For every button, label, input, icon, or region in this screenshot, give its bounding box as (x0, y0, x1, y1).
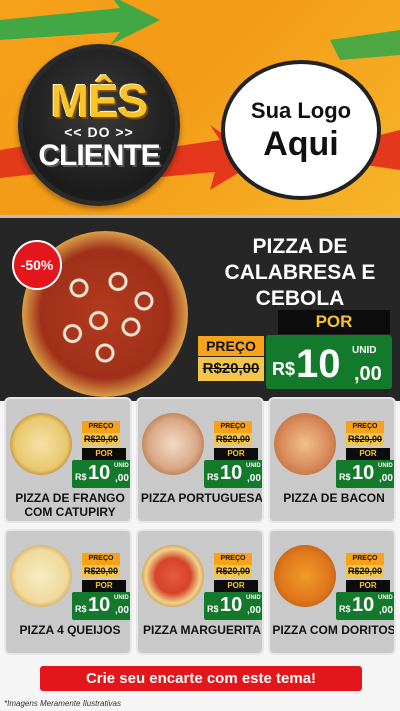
unit: UNID (114, 463, 129, 469)
por-label: POR (214, 580, 258, 592)
header-banner: MÊS << DO >> CLIENTE Sua Logo Aqui (0, 0, 400, 215)
unit: UNID (246, 595, 261, 601)
currency: R$ (339, 472, 351, 482)
pizza-marguerita-image (142, 545, 204, 607)
price-int: 10 (352, 462, 375, 484)
price-int: 10 (352, 594, 375, 616)
price-dec: ,00 (379, 605, 393, 616)
product-name: PIZZA MARGUERITA (143, 623, 261, 637)
featured-unit: UNID (352, 345, 377, 356)
price-int: 10 (88, 462, 111, 484)
pizza-bacon-image (274, 413, 336, 475)
por-label: POR (214, 448, 258, 460)
unit: UNID (114, 595, 129, 601)
currency: R$ (207, 604, 219, 614)
pizza-portuguesa-image (142, 413, 204, 475)
currency: R$ (75, 472, 87, 482)
price-dec: ,00 (247, 473, 261, 484)
por-label: POR (346, 580, 390, 592)
preco-label: PREÇO (346, 553, 384, 565)
badge-line-2: << DO >> (64, 124, 134, 140)
product-card[interactable]: PREÇO R$20,00 POR R$ 10 UNID ,00 PIZZA D… (4, 397, 132, 523)
price-dec: ,00 (115, 473, 129, 484)
product-grid: PREÇO R$20,00 POR R$ 10 UNID ,00 PIZZA D… (2, 397, 398, 661)
price-int: 10 (88, 594, 111, 616)
preco-label: PREÇO (214, 421, 252, 433)
price-int: 10 (220, 594, 243, 616)
unit: UNID (378, 463, 393, 469)
unit: UNID (378, 595, 393, 601)
price-dec: ,00 (115, 605, 129, 616)
featured-price-dec: ,00 (354, 363, 382, 385)
pizza-doritos-image (274, 545, 336, 607)
product-name: PIZZA DE FRANGO COM CATUPIRY (15, 491, 125, 519)
price-tag: R$ 10 UNID ,00 (336, 460, 394, 488)
old-price: R$20,00 (214, 433, 252, 446)
featured-title: PIZZA DE CALABRESA E CEBOLA (224, 235, 376, 310)
preco-label: PREÇO (346, 421, 384, 433)
price-tag: R$ 10 UNID ,00 (204, 460, 262, 488)
featured-currency: R$ (272, 359, 296, 379)
badge-line-1: MÊS (50, 75, 149, 127)
product-name: PIZZA PORTUGUESA (140, 491, 264, 505)
pizza-4-queijos-image (10, 545, 72, 607)
product-name: PIZZA DE BACON (283, 491, 385, 505)
cta-banner[interactable]: Crie seu encarte com este tema! (40, 666, 362, 691)
old-price: R$20,00 (214, 565, 252, 578)
featured-old-price-box: PREÇO R$20,00 (198, 336, 264, 384)
currency: R$ (207, 472, 219, 482)
preco-label: PREÇO (214, 553, 252, 565)
product-card[interactable]: PREÇO R$20,00 POR R$ 10 UNID ,00 PIZZA P… (136, 397, 264, 523)
unit: UNID (246, 463, 261, 469)
por-label: POR (82, 580, 126, 592)
logo-line-2: Aqui (263, 125, 339, 163)
por-label: POR (346, 448, 390, 460)
preco-label: PREÇO (82, 553, 120, 565)
featured-panel: -50% PIZZA DE CALABRESA E CEBOLA POR PRE… (0, 215, 400, 401)
currency: R$ (339, 604, 351, 614)
featured-old-price: R$20,00 (198, 357, 264, 381)
old-price: R$20,00 (346, 433, 384, 446)
old-price: R$20,00 (346, 565, 384, 578)
price-tag: R$ 10 UNID ,00 (72, 460, 130, 488)
price-int: 10 (220, 462, 243, 484)
price-dec: ,00 (247, 605, 261, 616)
logo-placeholder[interactable]: Sua Logo Aqui (221, 60, 381, 200)
featured-preco-label: PREÇO (198, 336, 264, 356)
product-card[interactable]: PREÇO R$20,00 POR R$ 10 UNID ,00 PIZZA C… (268, 529, 396, 655)
price-tag: R$ 10 UNID ,00 (72, 592, 130, 620)
pizza-frango-image (10, 413, 72, 475)
price-dec: ,00 (379, 473, 393, 484)
price-tag: R$ 10 UNID ,00 (336, 592, 394, 620)
product-name: PIZZA 4 QUEIJOS (19, 623, 121, 637)
currency: R$ (75, 604, 87, 614)
preco-label: PREÇO (82, 421, 120, 433)
old-price: R$20,00 (82, 565, 120, 578)
discount-badge: -50% (12, 240, 62, 290)
featured-price-int: 10 (296, 342, 341, 386)
featured-price-tag: R$ 10 UNID ,00 (266, 335, 392, 389)
mes-do-cliente-badge: MÊS << DO >> CLIENTE (18, 44, 180, 206)
featured-por-label: POR (278, 310, 390, 334)
price-tag: R$ 10 UNID ,00 (204, 592, 262, 620)
product-card[interactable]: PREÇO R$20,00 POR R$ 10 UNID ,00 PIZZA M… (136, 529, 264, 655)
product-name: PIZZA COM DORITOS (272, 623, 396, 637)
product-card[interactable]: PREÇO R$20,00 POR R$ 10 UNID ,00 PIZZA D… (268, 397, 396, 523)
logo-line-1: Sua Logo (250, 98, 352, 123)
product-card[interactable]: PREÇO R$20,00 POR R$ 10 UNID ,00 PIZZA 4… (4, 529, 132, 655)
disclaimer-text: *Imagens Meramente Ilustrativas (4, 699, 121, 708)
old-price: R$20,00 (82, 433, 120, 446)
badge-line-3: CLIENTE (38, 139, 160, 172)
por-label: POR (82, 448, 126, 460)
